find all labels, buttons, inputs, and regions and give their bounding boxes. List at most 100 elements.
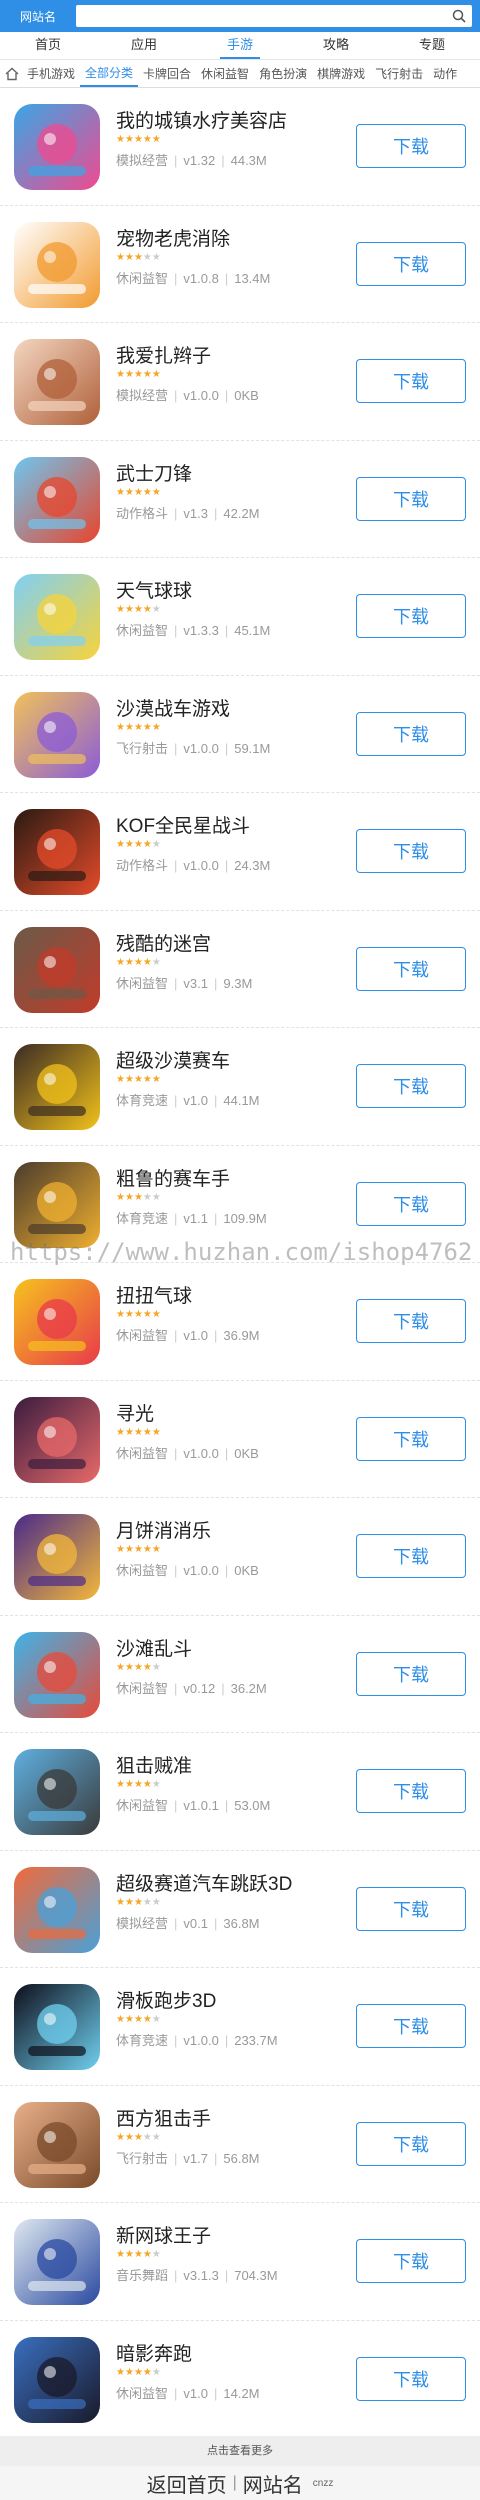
app-row[interactable]: 超级沙漠赛车 ★★★★★ 体育竞速 | v1.0 | 44.1M 下载 <box>0 1028 480 1146</box>
download-button[interactable]: 下载 <box>356 1769 466 1813</box>
download-button[interactable]: 下载 <box>356 476 466 521</box>
app-row[interactable]: 残酷的迷宫 ★★★★★ 休闲益智 | v3.1 | 9.3M 下载 <box>0 911 480 1028</box>
nav-guides[interactable]: 攻略 <box>288 32 384 59</box>
search-box[interactable] <box>76 5 472 27</box>
cnzz-stats-link[interactable]: cnzz <box>313 2478 334 2489</box>
app-row[interactable]: 狙击贼准 ★★★★★ 休闲益智 | v1.0.1 | 53.0M 下载 <box>0 1733 480 1851</box>
app-row[interactable]: 西方狙击手 ★★★★★ 飞行射击 | v1.7 | 56.8M 下载 <box>0 2086 480 2203</box>
app-row[interactable]: 月饼消消乐 ★★★★★ 休闲益智 | v1.0.0 | 0KB 下载 <box>0 1498 480 1616</box>
app-row[interactable]: 新网球王子 ★★★★★ 音乐舞蹈 | v3.1.3 | 704.3M 下载 <box>0 2203 480 2321</box>
desert-racing-icon[interactable] <box>14 1044 100 1130</box>
download-button[interactable]: 下载 <box>356 124 466 168</box>
mooncake-icon[interactable] <box>14 1514 100 1600</box>
download-button[interactable]: 下载 <box>356 2239 466 2283</box>
app-name[interactable]: 宠物老虎消除 <box>116 224 230 251</box>
download-button[interactable]: 下载 <box>356 1534 466 1578</box>
category-all[interactable]: 全部分类 <box>80 61 139 87</box>
app-name[interactable]: 我的城镇水疗美容店 <box>116 106 287 133</box>
app-name[interactable]: 滑板跑步3D <box>116 1986 216 2013</box>
samurai-icon[interactable] <box>14 456 100 543</box>
app-row[interactable]: 滑板跑步3D ★★★★★ 体育竞速 | v1.0.0 | 233.7M 下载 <box>0 1968 480 2086</box>
home-icon[interactable] <box>4 66 20 82</box>
app-name[interactable]: 月饼消消乐 <box>116 1516 211 1543</box>
app-row[interactable]: 超级赛道汽车跳跃3D ★★★★★ 模拟经营 | v0.1 | 36.8M 下载 <box>0 1851 480 1968</box>
app-name[interactable]: 天气球球 <box>116 576 192 603</box>
category-action[interactable]: 动作 <box>428 60 462 87</box>
app-name[interactable]: 武士刀锋 <box>116 459 192 486</box>
beach-brawl-icon[interactable] <box>14 1631 100 1718</box>
app-name[interactable]: 暗影奔跑 <box>116 2339 192 2366</box>
download-button[interactable]: 下载 <box>356 2004 466 2048</box>
app-name[interactable]: 新网球王子 <box>116 2221 211 2248</box>
app-row[interactable]: 寻光 ★★★★★ 休闲益智 | v1.0.0 | 0KB 下载 <box>0 1381 480 1498</box>
app-row[interactable]: 我的城镇水疗美容店 ★★★★★ 模拟经营 | v1.32 | 44.3M 下载 <box>0 88 480 206</box>
app-name[interactable]: 寻光 <box>116 1399 154 1426</box>
kof-icon[interactable] <box>14 809 100 895</box>
app-row[interactable]: 我爱扎辫子 ★★★★★ 模拟经营 | v1.0.0 | 0KB 下载 <box>0 323 480 441</box>
car-jump-icon[interactable] <box>14 1866 100 1953</box>
app-row[interactable]: 沙滩乱斗 ★★★★★ 休闲益智 | v0.12 | 36.2M 下载 <box>0 1616 480 1733</box>
pet-tiger-icon[interactable] <box>14 221 100 308</box>
download-button[interactable]: 下载 <box>356 829 466 873</box>
app-name[interactable]: 西方狙击手 <box>116 2104 211 2131</box>
category-mobile-games[interactable]: 手机游戏 <box>22 60 80 87</box>
app-name[interactable]: 扭扭气球 <box>116 1281 192 1308</box>
load-more-button[interactable]: 点击查看更多 <box>0 2436 480 2466</box>
balloon-dog-icon[interactable] <box>14 1279 100 1365</box>
download-button[interactable]: 下载 <box>356 1064 466 1108</box>
app-name[interactable]: 超级赛道汽车跳跃3D <box>116 1869 292 1896</box>
download-button[interactable]: 下载 <box>356 2356 466 2401</box>
app-name[interactable]: 我爱扎辫子 <box>116 341 211 368</box>
search-input[interactable] <box>76 5 472 27</box>
app-name[interactable]: 残酷的迷宫 <box>116 929 211 956</box>
app-name[interactable]: 沙漠战车游戏 <box>116 694 230 721</box>
download-button[interactable]: 下载 <box>356 2121 466 2166</box>
nav-home[interactable]: 首页 <box>0 32 96 59</box>
shadow-run-icon[interactable] <box>14 2336 100 2423</box>
download-button[interactable]: 下载 <box>356 1299 466 1343</box>
download-button[interactable]: 下载 <box>356 1886 466 1931</box>
nav-topics[interactable]: 专题 <box>384 32 480 59</box>
rude-racer-icon[interactable] <box>14 1161 100 1248</box>
weather-ball-icon[interactable] <box>14 574 100 660</box>
nav-games[interactable]: 手游 <box>192 32 288 59</box>
western-sniper-icon[interactable] <box>14 2101 100 2188</box>
download-button[interactable]: 下载 <box>356 946 466 991</box>
app-row[interactable]: 扭扭气球 ★★★★★ 休闲益智 | v1.0 | 36.9M 下载 <box>0 1263 480 1381</box>
tennis-prince-icon[interactable] <box>14 2219 100 2305</box>
braid-icon[interactable] <box>14 339 100 425</box>
maze-icon[interactable] <box>14 926 100 1013</box>
skateboard-icon[interactable] <box>14 1984 100 2070</box>
download-button[interactable]: 下载 <box>356 594 466 638</box>
category-casual[interactable]: 休闲益智 <box>196 60 254 87</box>
app-name[interactable]: 粗鲁的赛车手 <box>116 1164 230 1191</box>
app-row[interactable]: 沙漠战车游戏 ★★★★★ 飞行射击 | v1.0.0 | 59.1M 下载 <box>0 676 480 793</box>
search-icon[interactable] <box>452 9 466 23</box>
download-button[interactable]: 下载 <box>356 241 466 286</box>
spa-town-icon[interactable] <box>14 104 100 190</box>
download-button[interactable]: 下载 <box>356 1181 466 1226</box>
app-row[interactable]: 武士刀锋 ★★★★★ 动作格斗 | v1.3 | 42.2M 下载 <box>0 441 480 558</box>
app-name[interactable]: KOF全民星战斗 <box>116 811 250 838</box>
category-board[interactable]: 棋牌游戏 <box>312 60 370 87</box>
app-name[interactable]: 狙击贼准 <box>116 1751 192 1778</box>
download-button[interactable]: 下载 <box>356 711 466 756</box>
download-button[interactable]: 下载 <box>356 1651 466 1696</box>
app-row[interactable]: 天气球球 ★★★★★ 休闲益智 | v1.3.3 | 45.1M 下载 <box>0 558 480 676</box>
app-row[interactable]: 粗鲁的赛车手 ★★★★★ 体育竞速 | v1.1 | 109.9M 下载 <box>0 1146 480 1263</box>
sniper-icon[interactable] <box>14 1749 100 1835</box>
app-row[interactable]: 暗影奔跑 ★★★★★ 休闲益智 | v1.0 | 14.2M 下载 <box>0 2321 480 2438</box>
app-row[interactable]: 宠物老虎消除 ★★★★★ 休闲益智 | v1.0.8 | 13.4M 下载 <box>0 206 480 323</box>
footer-site-name[interactable]: 网站名 <box>243 2469 303 2498</box>
app-name[interactable]: 沙滩乱斗 <box>116 1634 192 1661</box>
site-name[interactable]: 网站名 <box>6 8 70 25</box>
category-card[interactable]: 卡牌回合 <box>138 60 196 87</box>
app-row[interactable]: KOF全民星战斗 ★★★★★ 动作格斗 | v1.0.0 | 24.3M 下载 <box>0 793 480 911</box>
seek-light-icon[interactable] <box>14 1396 100 1483</box>
category-rpg[interactable]: 角色扮演 <box>254 60 312 87</box>
app-name[interactable]: 超级沙漠赛车 <box>116 1046 230 1073</box>
desert-car-icon[interactable] <box>14 691 100 778</box>
back-home-link[interactable]: 返回首页 <box>147 2469 227 2498</box>
category-shooting[interactable]: 飞行射击 <box>370 60 428 87</box>
nav-apps[interactable]: 应用 <box>96 32 192 59</box>
